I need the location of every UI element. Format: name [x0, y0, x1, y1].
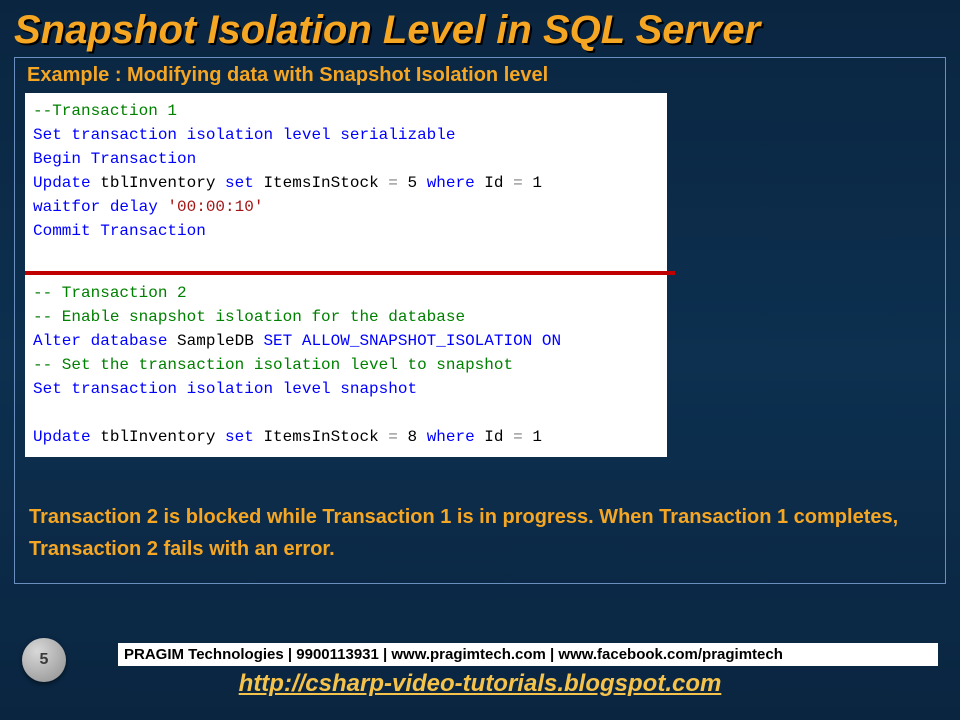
explanation-text: Transaction 2 is blocked while Transacti… [25, 501, 935, 565]
code-keyword: Update [33, 174, 91, 192]
code-op: = [513, 174, 523, 192]
code-keyword: Update [33, 428, 91, 446]
code-text: SampleDB [167, 332, 263, 350]
code-comment: -- Transaction 2 [33, 284, 187, 302]
code-text: Id [475, 428, 513, 446]
code-text: ItemsInStock [254, 174, 388, 192]
code-keyword: SET ALLOW_SNAPSHOT_ISOLATION ON [263, 332, 561, 350]
code-text: 1 [523, 428, 542, 446]
code-text: ItemsInStock [254, 428, 388, 446]
code-keyword: Set transaction isolation level serializ… [33, 126, 455, 144]
code-text: tblInventory [91, 428, 225, 446]
code-comment: -- Set the transaction isolation level t… [33, 356, 513, 374]
code-op: = [513, 428, 523, 446]
example-heading: Example : Modifying data with Snapshot I… [27, 64, 935, 87]
code-string: '00:00:10' [167, 198, 263, 216]
code-text: tblInventory [91, 174, 225, 192]
code-keyword: set [225, 428, 254, 446]
code-panel: --Transaction 1 Set transaction isolatio… [25, 93, 667, 457]
code-keyword: Begin Transaction [33, 150, 196, 168]
code-divider [25, 271, 675, 275]
code-keyword: where [427, 174, 475, 192]
code-keyword: set [225, 174, 254, 192]
code-keyword: where [427, 428, 475, 446]
footer-bar: PRAGIM Technologies | 9900113931 | www.p… [118, 643, 938, 666]
code-keyword: Set transaction isolation level snapshot [33, 380, 417, 398]
code-text: 1 [523, 174, 542, 192]
code-comment: -- Enable snapshot isloation for the dat… [33, 308, 465, 326]
code-op: = [388, 174, 398, 192]
footer-link[interactable]: http://csharp-video-tutorials.blogspot.c… [0, 670, 960, 698]
code-text: 5 [398, 174, 427, 192]
code-op: = [388, 428, 398, 446]
code-text: Id [475, 174, 513, 192]
slide-title: Snapshot Isolation Level in SQL Server [0, 0, 960, 57]
code-keyword: waitfor delay [33, 198, 167, 216]
code-keyword: Commit Transaction [33, 222, 206, 240]
code-comment: --Transaction 1 [33, 102, 177, 120]
code-keyword: Alter database [33, 332, 167, 350]
content-box: Example : Modifying data with Snapshot I… [14, 57, 946, 584]
code-text: 8 [398, 428, 427, 446]
